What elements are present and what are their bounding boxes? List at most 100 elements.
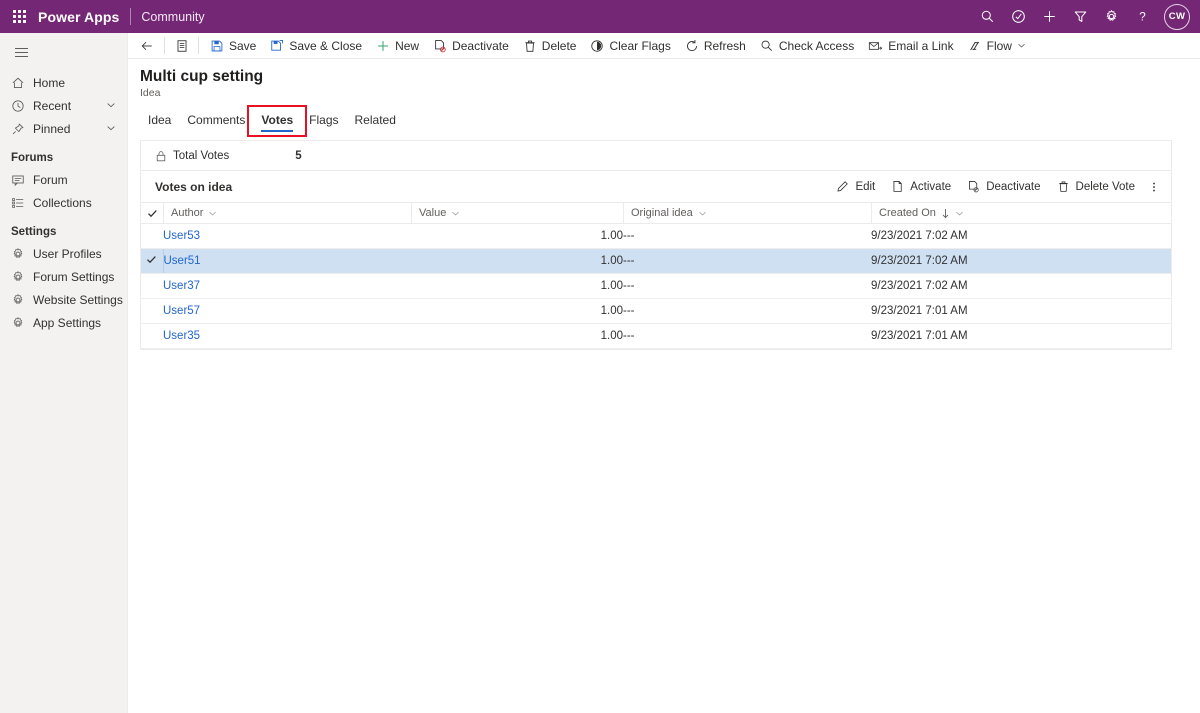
- select-all-header[interactable]: [141, 202, 163, 224]
- brand-title[interactable]: Power Apps: [38, 9, 130, 25]
- cell-value: 1.00: [411, 273, 623, 299]
- chevron-down-icon[interactable]: [955, 209, 964, 218]
- sidebar-navigation: Home Recent Pinned Forums Forum Collecti…: [0, 33, 128, 713]
- cell-original-idea: ---: [623, 323, 871, 349]
- home-icon: [11, 75, 28, 91]
- table-row[interactable]: User53 1.00 --- 9/23/2021 7:02 AM: [141, 223, 1171, 249]
- pencil-icon: [836, 180, 849, 193]
- row-select-cell[interactable]: [141, 323, 163, 349]
- check-access-button[interactable]: Check Access: [753, 34, 861, 58]
- column-header-author[interactable]: Author: [163, 202, 411, 224]
- refresh-button[interactable]: Refresh: [678, 34, 753, 58]
- more-vertical-icon: [1153, 182, 1155, 191]
- total-votes-label: Total Votes: [173, 149, 230, 162]
- user-avatar[interactable]: CW: [1164, 3, 1190, 30]
- cell-author[interactable]: User53: [163, 223, 411, 249]
- top-bar-actions: ? CW: [972, 0, 1200, 33]
- column-label: Value: [419, 207, 447, 219]
- command-label: Save: [229, 38, 257, 53]
- author-link[interactable]: User37: [163, 280, 200, 292]
- row-select-cell[interactable]: [141, 298, 163, 324]
- row-select-cell[interactable]: [141, 223, 163, 249]
- overflow-menu-button[interactable]: [1143, 175, 1165, 199]
- author-link[interactable]: User35: [163, 330, 200, 342]
- table-row[interactable]: User37 1.00 --- 9/23/2021 7:02 AM: [141, 273, 1171, 299]
- cell-value: 1.00: [411, 248, 623, 274]
- tab-related[interactable]: Related: [347, 113, 404, 132]
- new-button[interactable]: New: [369, 34, 426, 58]
- cell-author[interactable]: User57: [163, 298, 411, 324]
- sidebar-item-user-profiles[interactable]: User Profiles: [0, 243, 127, 265]
- tab-flags[interactable]: Flags: [301, 113, 346, 132]
- save-button[interactable]: Save: [203, 34, 263, 58]
- tab-comments[interactable]: Comments: [179, 113, 253, 132]
- cell-created-on: 9/23/2021 7:02 AM: [871, 223, 1171, 249]
- clock-icon: [11, 98, 28, 114]
- form-icon: [177, 39, 186, 52]
- author-link[interactable]: User53: [163, 230, 200, 242]
- sidebar-item-pinned[interactable]: Pinned: [0, 118, 127, 140]
- chevron-down-icon[interactable]: [698, 209, 707, 218]
- edit-button[interactable]: Edit: [828, 175, 883, 199]
- delete-button[interactable]: Delete: [516, 34, 584, 58]
- column-header-original-idea[interactable]: Original idea: [623, 202, 871, 224]
- select-all-checkmark-icon[interactable]: [141, 203, 163, 223]
- deactivate-button[interactable]: Deactivate: [959, 175, 1048, 199]
- chevron-down-icon[interactable]: [1017, 41, 1026, 50]
- chevron-down-icon[interactable]: [106, 99, 116, 113]
- sitemap-toggle-button[interactable]: [2, 38, 40, 66]
- back-button[interactable]: [134, 34, 160, 58]
- sidebar-item-collections[interactable]: Collections: [0, 192, 127, 214]
- filter-button[interactable]: [1065, 0, 1096, 33]
- help-button[interactable]: ?: [1127, 0, 1158, 33]
- sidebar-item-forum[interactable]: Forum: [0, 169, 127, 191]
- chevron-down-icon[interactable]: [451, 209, 460, 218]
- cell-author[interactable]: User51: [163, 248, 411, 274]
- cell-author[interactable]: User35: [163, 323, 411, 349]
- tab-idea[interactable]: Idea: [140, 113, 179, 132]
- column-header-value[interactable]: Value: [411, 202, 623, 224]
- settings-button[interactable]: [1096, 0, 1127, 33]
- author-link[interactable]: User51: [164, 255, 201, 267]
- chevron-down-icon[interactable]: [208, 209, 217, 218]
- command-label: Delete: [541, 38, 577, 53]
- clear-flags-button[interactable]: Clear Flags: [583, 34, 677, 58]
- sidebar-item-website-settings[interactable]: Website Settings: [0, 289, 127, 311]
- activate-button[interactable]: Activate: [883, 175, 959, 199]
- sidebar-item-recent[interactable]: Recent: [0, 95, 127, 117]
- cell-value: 1.00: [411, 298, 623, 324]
- new-button[interactable]: [1034, 0, 1065, 33]
- table-row[interactable]: User35 1.00 --- 9/23/2021 7:01 AM: [141, 323, 1171, 349]
- gear-icon: [11, 269, 28, 285]
- sidebar-item-label: Recent: [33, 99, 72, 113]
- cell-author[interactable]: User37: [163, 273, 411, 299]
- environment-name[interactable]: Community: [141, 10, 204, 24]
- form-selector-button[interactable]: [169, 34, 194, 58]
- author-link[interactable]: User57: [163, 305, 200, 317]
- flow-button[interactable]: Flow: [961, 34, 1033, 58]
- table-row[interactable]: User51 1.00 --- 9/23/2021 7:02 AM: [141, 248, 1171, 274]
- sidebar-item-home[interactable]: Home: [0, 72, 127, 94]
- app-launcher-button[interactable]: [0, 0, 38, 33]
- deactivate-button[interactable]: Deactivate: [426, 34, 516, 58]
- delete-vote-button[interactable]: Delete Vote: [1049, 175, 1143, 199]
- search-button[interactable]: [972, 0, 1003, 33]
- pending-changes-button[interactable]: [1003, 0, 1034, 33]
- column-header-created-on[interactable]: Created On: [871, 202, 1171, 224]
- row-select-cell[interactable]: [141, 273, 163, 299]
- votes-panel: Total Votes 5 Votes on idea Edit Activat…: [140, 140, 1172, 350]
- action-label: Activate: [910, 180, 952, 193]
- save-and-close-button[interactable]: Save & Close: [263, 34, 369, 58]
- cell-value: 1.00: [411, 323, 623, 349]
- email-a-link-button[interactable]: Email a Link: [861, 34, 960, 58]
- sidebar-item-forum-settings[interactable]: Forum Settings: [0, 266, 127, 288]
- tab-votes[interactable]: Votes: [247, 105, 308, 137]
- votes-grid: Author Value Original idea Created On Us…: [141, 202, 1171, 349]
- row-select-cell[interactable]: [141, 248, 164, 274]
- chevron-down-icon[interactable]: [106, 122, 116, 136]
- gear-icon: [11, 246, 28, 262]
- table-row[interactable]: User57 1.00 --- 9/23/2021 7:01 AM: [141, 298, 1171, 324]
- sidebar-item-app-settings[interactable]: App Settings: [0, 312, 127, 334]
- forum-icon: [11, 172, 28, 188]
- deactivate-icon: [967, 180, 980, 193]
